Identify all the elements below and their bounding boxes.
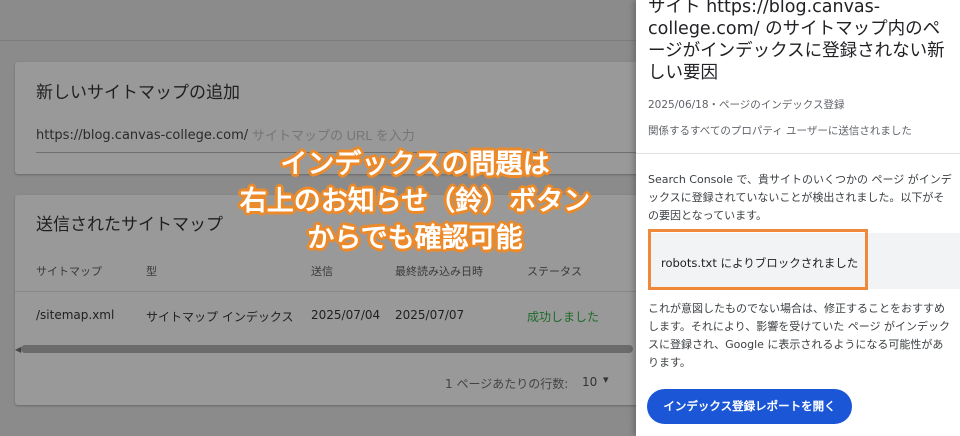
column-header-status[interactable]: ステータス: [527, 263, 582, 279]
rows-per-page-select[interactable]: 10: [582, 375, 597, 389]
add-sitemap-title: 新しいサイトマップの追加: [36, 83, 240, 103]
column-header-submitted[interactable]: 送信: [311, 263, 333, 279]
table-cell-sitemap[interactable]: /sitemap.xml: [36, 308, 114, 322]
sitemap-url-input[interactable]: [252, 128, 428, 143]
add-sitemap-card: 新しいサイトマップの追加 https://blog.canvas-college…: [15, 62, 655, 174]
table-cell-type: サイトマップ インデックス: [146, 310, 294, 324]
horizontal-scrollbar[interactable]: [21, 345, 633, 353]
input-underline: [36, 152, 636, 153]
submitted-sitemaps-card: 送信されたサイトマップ サイトマップ 型 送信 最終読み込み日時 ステータス /…: [15, 195, 655, 405]
table-cell-status: 成功しました: [527, 310, 600, 324]
rows-per-page-label: 1 ページあたりの行数:: [445, 377, 569, 391]
header-divider: [0, 40, 636, 41]
notification-body: Search Console で、貴サイトのいくつかの ページ がインデックスに…: [648, 173, 952, 222]
notification-recipients: 関係するすべてのプロパティ ユーザーに送信されました: [648, 125, 912, 137]
table-cell-submitted: 2025/07/04: [311, 308, 381, 322]
notification-title: サイト https://blog.canvas-college.com/ のサイ…: [648, 0, 945, 83]
notification-recommendation: これが意図したものでない場合は、修正することをおすすめします。それにより、影響を…: [648, 302, 951, 369]
chevron-down-icon[interactable]: ▾: [603, 373, 609, 386]
table-row-divider: [15, 291, 655, 292]
sitemap-url-prefix: https://blog.canvas-college.com/: [36, 128, 249, 143]
column-header-sitemap[interactable]: サイトマップ: [36, 263, 102, 279]
notification-meta: 2025/06/18・ページのインデックス登録: [648, 99, 845, 111]
submitted-sitemaps-title: 送信されたサイトマップ: [36, 215, 223, 235]
notification-divider: [636, 153, 960, 154]
column-header-last-read[interactable]: 最終読み込み日時: [395, 263, 483, 279]
table-cell-last-read: 2025/07/07: [395, 308, 465, 322]
open-index-report-button[interactable]: インデックス登録レポートを開く: [647, 389, 852, 424]
notification-panel: サイト https://blog.canvas-college.com/ のサイ…: [636, 0, 960, 436]
column-header-type[interactable]: 型: [146, 263, 157, 279]
reason-text: robots.txt によりブロックされました: [661, 256, 859, 270]
